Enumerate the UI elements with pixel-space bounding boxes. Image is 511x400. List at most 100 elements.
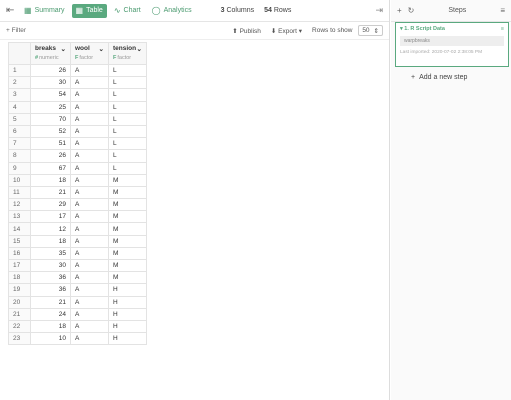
menu-icon[interactable]: ≡ <box>501 26 504 32</box>
table-row: 20 21 A H <box>8 295 147 309</box>
breaks-cell[interactable]: 35 <box>30 246 71 261</box>
breaks-cell[interactable]: 21 <box>30 185 71 200</box>
breaks-cell[interactable]: 51 <box>30 137 71 151</box>
wool-cell[interactable]: A <box>70 319 109 334</box>
tension-cell[interactable]: L <box>108 124 147 139</box>
chevron-down-icon[interactable]: ⌄ <box>61 45 66 53</box>
wool-cell[interactable]: A <box>70 161 109 175</box>
column-header-tension[interactable]: tension ⌄ Ffactor <box>108 42 147 65</box>
wool-cell[interactable]: A <box>70 63 109 78</box>
step-card[interactable]: ▾ 1. R Script Data ≡ warpbreaks Last imp… <box>395 22 509 67</box>
tension-cell[interactable]: M <box>108 271 147 285</box>
breaks-cell[interactable]: 25 <box>30 100 71 114</box>
rows-to-show: Rows to show 50 ⇕ <box>312 25 383 36</box>
tension-cell[interactable]: M <box>108 234 147 248</box>
row-number-cell: 17 <box>8 258 31 273</box>
tab-chart[interactable]: ∿ Chart <box>110 4 145 18</box>
breaks-cell[interactable]: 18 <box>30 173 71 187</box>
tension-cell[interactable]: H <box>108 319 147 334</box>
wool-cell[interactable]: A <box>70 149 109 163</box>
tension-cell[interactable]: H <box>108 332 147 346</box>
tab-analytics[interactable]: ◯ Analytics <box>148 4 196 18</box>
table-counts: 3 Columns 54 Rows <box>221 7 292 14</box>
breaks-cell[interactable]: 30 <box>30 258 71 273</box>
breaks-cell[interactable]: 52 <box>30 124 71 139</box>
tension-cell[interactable]: L <box>108 112 147 126</box>
wool-cell[interactable]: A <box>70 76 109 90</box>
table-row: 2 30 A L <box>8 76 147 90</box>
add-step-button[interactable]: + Add a new step <box>411 74 467 81</box>
tension-cell[interactable]: L <box>108 137 147 151</box>
collapse-panel-icon[interactable]: ⇥ <box>375 5 383 16</box>
chevron-down-icon[interactable]: ⌄ <box>99 45 104 53</box>
back-arrow-icon[interactable]: ⇤ <box>6 5 20 16</box>
tension-cell[interactable]: M <box>108 222 147 236</box>
column-header-wool[interactable]: wool ⌄ Ffactor <box>70 42 109 65</box>
breaks-cell[interactable]: 36 <box>30 271 71 285</box>
publish-button[interactable]: ⬆ Publish <box>232 27 261 35</box>
wool-cell[interactable]: A <box>70 234 109 248</box>
breaks-cell[interactable]: 17 <box>30 210 71 224</box>
wool-cell[interactable]: A <box>70 137 109 151</box>
tension-cell[interactable]: M <box>108 246 147 261</box>
step-title[interactable]: ▾ 1. R Script Data <box>400 26 445 32</box>
breaks-cell[interactable]: 36 <box>30 283 71 297</box>
wool-cell[interactable]: A <box>70 124 109 139</box>
tension-cell[interactable]: L <box>108 63 147 78</box>
tension-cell[interactable]: L <box>108 161 147 175</box>
filter-button[interactable]: + Filter <box>6 27 26 34</box>
table-row: 19 36 A H <box>8 283 147 297</box>
steps-settings-icon[interactable]: ≡ <box>500 6 505 15</box>
tension-cell[interactable]: L <box>108 100 147 114</box>
add-icon[interactable]: + <box>397 6 402 15</box>
tension-cell[interactable]: L <box>108 76 147 90</box>
wool-cell[interactable]: A <box>70 307 109 321</box>
tension-cell[interactable]: M <box>108 173 147 187</box>
wool-cell[interactable]: A <box>70 271 109 285</box>
wool-cell[interactable]: A <box>70 295 109 309</box>
tension-cell[interactable]: M <box>108 198 147 212</box>
column-header-breaks[interactable]: breaks ⌄ #numeric <box>30 42 71 65</box>
tension-cell[interactable]: M <box>108 185 147 200</box>
wool-cell[interactable]: A <box>70 246 109 261</box>
wool-cell[interactable]: A <box>70 332 109 346</box>
breaks-cell[interactable]: 21 <box>30 295 71 309</box>
row-number-cell: 4 <box>8 100 31 114</box>
wool-cell[interactable]: A <box>70 258 109 273</box>
tension-cell[interactable]: L <box>108 88 147 102</box>
row-number-cell: 8 <box>8 149 31 163</box>
export-button[interactable]: ⬇ Export ▾ <box>271 27 302 35</box>
tension-cell[interactable]: H <box>108 307 147 321</box>
refresh-icon[interactable]: ↻ <box>408 6 415 15</box>
breaks-cell[interactable]: 26 <box>30 63 71 78</box>
tension-cell[interactable]: H <box>108 295 147 309</box>
wool-cell[interactable]: A <box>70 283 109 297</box>
wool-cell[interactable]: A <box>70 198 109 212</box>
breaks-cell[interactable]: 67 <box>30 161 71 175</box>
rows-to-show-select[interactable]: 50 ⇕ <box>358 25 383 36</box>
tab-summary[interactable]: ▦ Summary <box>20 4 69 18</box>
wool-cell[interactable]: A <box>70 100 109 114</box>
tension-cell[interactable]: H <box>108 283 147 297</box>
breaks-cell[interactable]: 18 <box>30 234 71 248</box>
breaks-cell[interactable]: 30 <box>30 76 71 90</box>
breaks-cell[interactable]: 10 <box>30 332 71 346</box>
wool-cell[interactable]: A <box>70 112 109 126</box>
tab-table[interactable]: ▦ Table <box>71 3 107 18</box>
tension-cell[interactable]: L <box>108 149 147 163</box>
wool-cell[interactable]: A <box>70 88 109 102</box>
tension-cell[interactable]: M <box>108 210 147 224</box>
breaks-cell[interactable]: 26 <box>30 149 71 163</box>
wool-cell[interactable]: A <box>70 210 109 224</box>
wool-cell[interactable]: A <box>70 185 109 200</box>
breaks-cell[interactable]: 70 <box>30 112 71 126</box>
breaks-cell[interactable]: 18 <box>30 319 71 334</box>
wool-cell[interactable]: A <box>70 222 109 236</box>
tension-cell[interactable]: M <box>108 258 147 273</box>
wool-cell[interactable]: A <box>70 173 109 187</box>
breaks-cell[interactable]: 54 <box>30 88 71 102</box>
breaks-cell[interactable]: 24 <box>30 307 71 321</box>
breaks-cell[interactable]: 12 <box>30 222 71 236</box>
chevron-down-icon[interactable]: ⌄ <box>137 45 142 53</box>
breaks-cell[interactable]: 29 <box>30 198 71 212</box>
